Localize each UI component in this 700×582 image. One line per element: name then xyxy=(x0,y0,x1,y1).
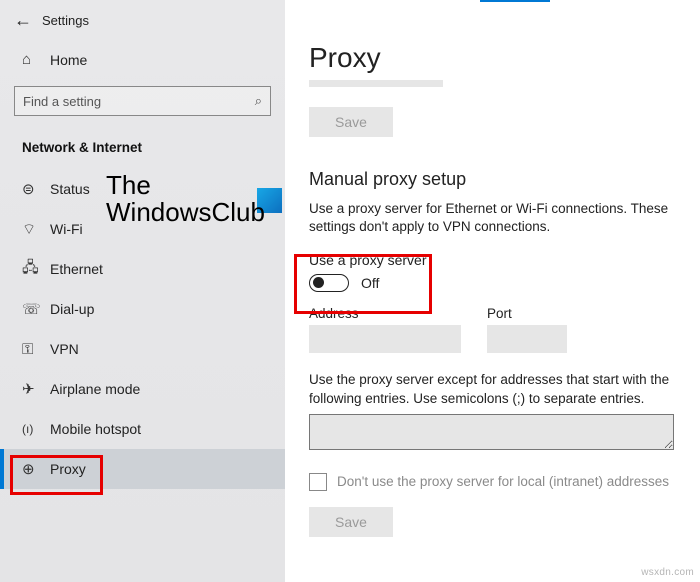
sidebar-item-proxy[interactable]: ⊕ Proxy xyxy=(0,449,285,489)
sidebar-header: ← Settings xyxy=(0,8,285,43)
home-label: Home xyxy=(50,52,87,68)
proxy-toggle-row: Off xyxy=(309,274,700,292)
sidebar-item-label: Status xyxy=(50,181,90,197)
dialup-icon: ☏ xyxy=(22,299,50,319)
search-box[interactable]: ⌕ xyxy=(14,86,271,116)
intranet-checkbox[interactable] xyxy=(309,473,327,491)
sidebar-item-vpn[interactable]: ⚿ VPN xyxy=(0,329,285,369)
save-button-top[interactable]: Save xyxy=(309,107,393,137)
sidebar-item-status[interactable]: ⊜ Status xyxy=(0,169,285,209)
page-title: Proxy xyxy=(309,42,700,74)
port-field: Port xyxy=(487,306,567,353)
intranet-checkbox-row[interactable]: Don't use the proxy server for local (in… xyxy=(309,473,700,491)
section-title: Manual proxy setup xyxy=(309,169,700,190)
app-title: Settings xyxy=(42,13,89,28)
sidebar-item-label: VPN xyxy=(50,341,79,357)
sidebar-item-dialup[interactable]: ☏ Dial-up xyxy=(0,289,285,329)
settings-sidebar: ← Settings ⌂ Home ⌕ Network & Internet ⊜… xyxy=(0,0,285,582)
airplane-icon: ✈ xyxy=(22,379,50,399)
category-header: Network & Internet xyxy=(0,134,285,169)
exclusion-input[interactable] xyxy=(309,414,674,450)
sidebar-item-ethernet[interactable]: 🖧 Ethernet xyxy=(0,249,285,289)
wifi-icon: ⌔ xyxy=(22,219,50,239)
main-pane: Proxy Save Manual proxy setup Use a prox… xyxy=(285,0,700,582)
exclusion-description: Use the proxy server except for addresse… xyxy=(309,371,679,407)
sidebar-item-label: Airplane mode xyxy=(50,381,140,397)
hotspot-icon: (ı) xyxy=(22,419,50,439)
sidebar-item-label: Proxy xyxy=(50,461,86,477)
vpn-icon: ⚿ xyxy=(22,339,50,359)
address-input[interactable] xyxy=(309,325,461,353)
sidebar-item-wifi[interactable]: ⌔ Wi-Fi xyxy=(0,209,285,249)
port-input[interactable] xyxy=(487,325,567,353)
toggle-knob xyxy=(313,277,324,288)
ethernet-icon: 🖧 xyxy=(22,259,50,279)
address-field: Address xyxy=(309,306,461,353)
address-label: Address xyxy=(309,306,461,321)
sidebar-item-hotspot[interactable]: (ı) Mobile hotspot xyxy=(0,409,285,449)
back-button[interactable]: ← xyxy=(14,10,42,31)
footer-watermark: wsxdn.com xyxy=(641,567,694,578)
sidebar-item-label: Wi-Fi xyxy=(50,221,83,237)
status-icon: ⊜ xyxy=(22,179,50,199)
home-icon: ⌂ xyxy=(22,51,50,68)
sidebar-item-label: Mobile hotspot xyxy=(50,421,141,437)
watermark-square xyxy=(257,188,282,213)
search-icon: ⌕ xyxy=(255,93,262,109)
section-description: Use a proxy server for Ethernet or Wi-Fi… xyxy=(309,200,700,236)
proxy-toggle[interactable] xyxy=(309,274,349,292)
tab-accent xyxy=(480,0,550,2)
address-port-row: Address Port xyxy=(309,306,700,353)
search-input[interactable] xyxy=(23,94,255,109)
title-underline xyxy=(309,80,443,87)
home-nav[interactable]: ⌂ Home xyxy=(0,43,285,78)
save-button-bottom[interactable]: Save xyxy=(309,507,393,537)
sidebar-item-label: Dial-up xyxy=(50,301,94,317)
port-label: Port xyxy=(487,306,567,321)
proxy-icon: ⊕ xyxy=(22,459,50,479)
proxy-toggle-state: Off xyxy=(361,275,379,291)
intranet-checkbox-label: Don't use the proxy server for local (in… xyxy=(337,474,669,489)
sidebar-item-label: Ethernet xyxy=(50,261,103,277)
proxy-toggle-label: Use a proxy server xyxy=(309,252,700,268)
sidebar-item-airplane[interactable]: ✈ Airplane mode xyxy=(0,369,285,409)
